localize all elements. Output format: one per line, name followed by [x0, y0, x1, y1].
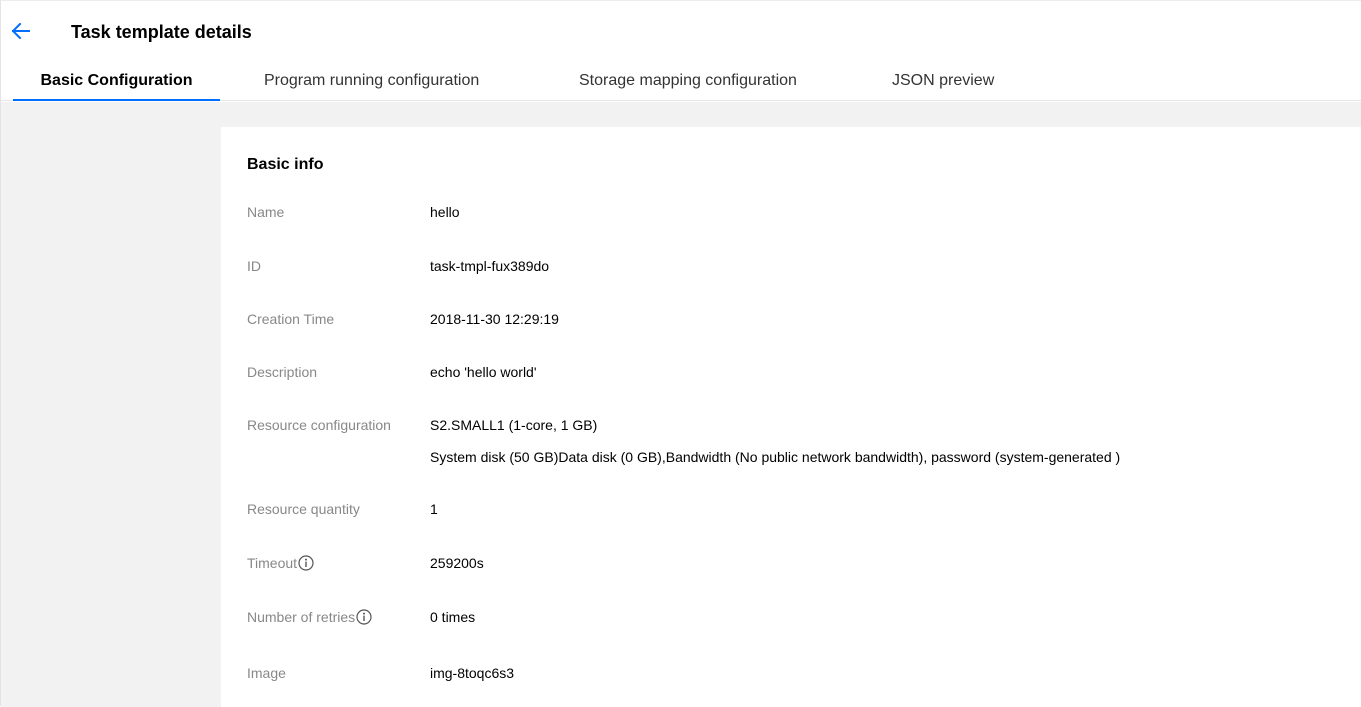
row-value: echo 'hello world': [430, 364, 537, 380]
section-title: Basic info: [247, 156, 324, 173]
tab-program-running-configuration[interactable]: Program running configuration: [264, 63, 479, 101]
tab-storage-mapping-configuration[interactable]: Storage mapping configuration: [579, 63, 797, 101]
row-value: task-tmpl-fux389do: [430, 258, 550, 274]
row-value: 2018-11-30 12:29:19: [430, 311, 559, 327]
page-title: Task template details: [71, 22, 252, 42]
row-label: Timeout: [247, 553, 427, 573]
back-button[interactable]: [9, 19, 33, 43]
row-label: Image: [247, 665, 286, 681]
row-label: Number of retries: [247, 607, 427, 627]
row-label: Resource configuration: [247, 417, 391, 433]
page-header: Task template details Basic Configuratio…: [1, 1, 1361, 101]
row-label: Creation Time: [247, 311, 335, 327]
tab-json-preview[interactable]: JSON preview: [892, 63, 994, 101]
row-value: hello: [430, 204, 460, 220]
row-value: 259200s: [430, 555, 484, 571]
row-label: Description: [247, 364, 318, 380]
row-value: 0 times: [430, 609, 476, 625]
resource-spec: S2.SMALL1 (1-core, 1 GB): [430, 417, 598, 433]
row-label: Name: [247, 204, 285, 220]
page: Task template details Basic Configuratio…: [0, 0, 1361, 707]
tab-bar: Basic Configuration Program running conf…: [1, 63, 1361, 101]
row-label: ID: [247, 258, 261, 274]
row-label: Resource quantity: [247, 501, 360, 517]
resource-disk-details: System disk (50 GB)Data disk (0 GB),Band…: [430, 449, 1121, 465]
row-value: img-8toqc6s3: [430, 665, 515, 681]
info-icon[interactable]: [298, 555, 314, 571]
row-label-text: Timeout: [247, 555, 298, 571]
basic-info-card: Basic info Name hello ID task-tmpl-fux38…: [221, 127, 1361, 707]
row-value: S2.SMALL1 (1-core, 1 GB) System disk (50…: [430, 415, 1120, 467]
info-icon[interactable]: [356, 609, 372, 625]
row-value: 1: [430, 501, 438, 517]
row-label-text: Number of retries: [247, 609, 356, 625]
arrow-left-icon: [12, 23, 30, 39]
tab-basic-configuration[interactable]: Basic Configuration: [13, 63, 220, 101]
